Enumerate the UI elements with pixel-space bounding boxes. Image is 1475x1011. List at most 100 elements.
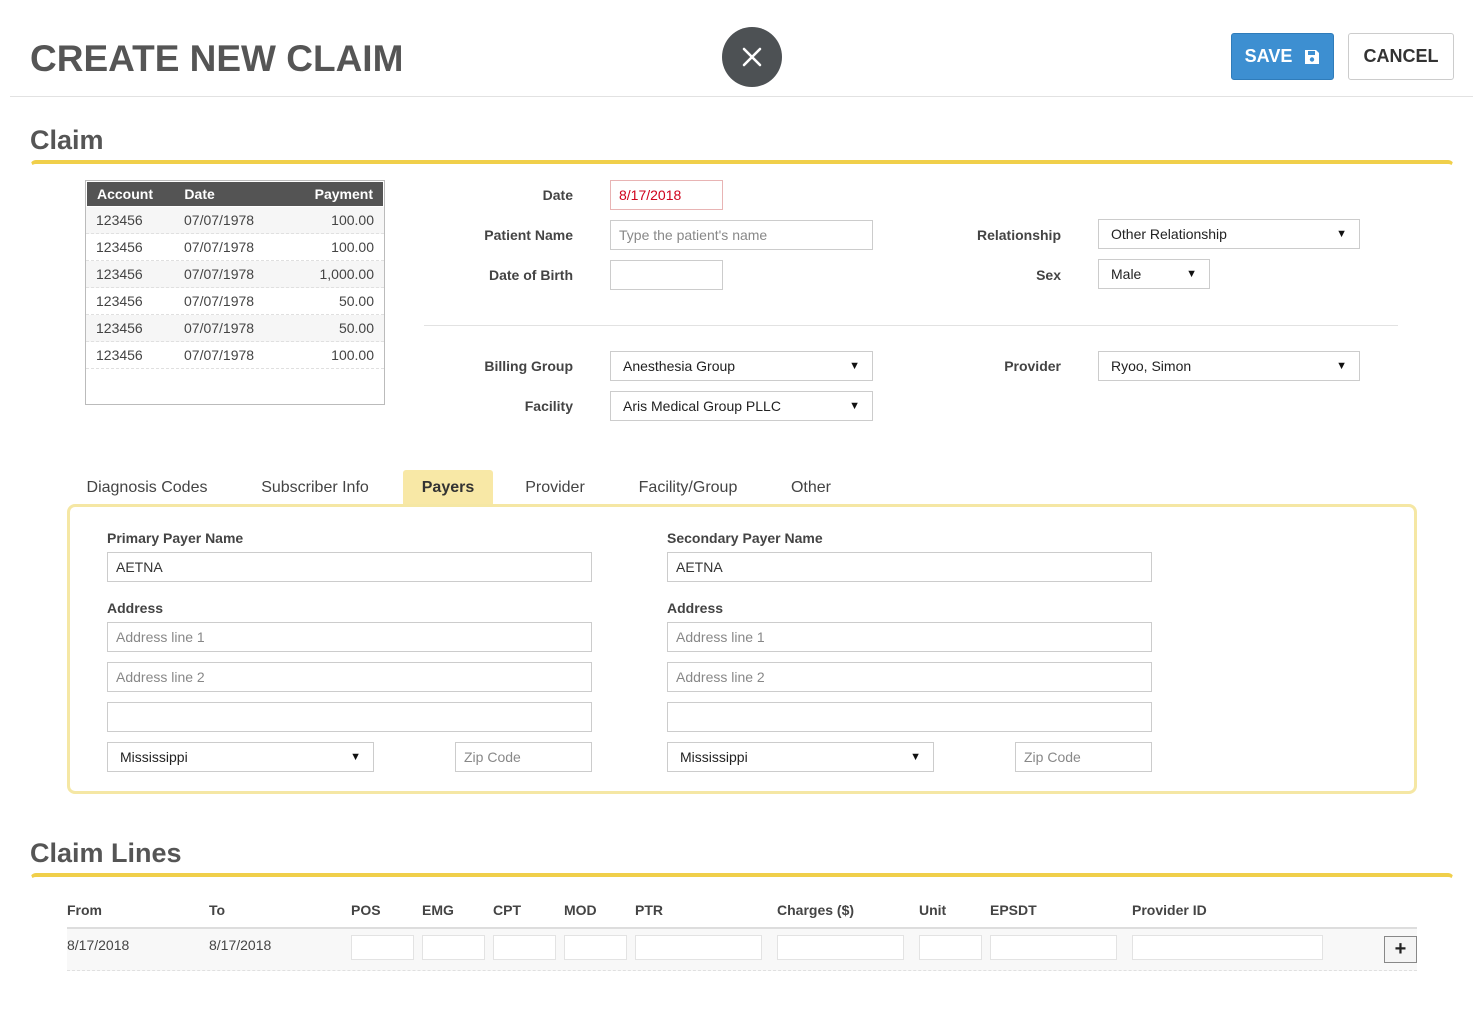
tab-payers[interactable]: Payers [403, 470, 493, 505]
account-cell: 123456 [96, 347, 143, 363]
facility-select[interactable]: Aris Medical Group PLLC ▼ [610, 391, 873, 421]
dropdown-arrow-icon: ▼ [849, 400, 860, 412]
date-label: Date [542, 187, 573, 203]
claim-line-ptr-input[interactable] [635, 935, 762, 960]
table-row[interactable]: 123456 07/07/1978 100.00 [86, 207, 384, 234]
date-field[interactable]: 8/17/2018 [610, 180, 723, 210]
date-cell: 07/07/1978 [184, 212, 255, 228]
header-divider [10, 96, 1473, 97]
claim-line-provider-id-input[interactable] [1132, 935, 1323, 960]
claim-line-epsdt-input[interactable] [990, 935, 1117, 960]
billing-group-label: Billing Group [484, 358, 573, 374]
claim-line-emg-input[interactable] [422, 935, 485, 960]
date-cell: 07/07/1978 [184, 239, 255, 255]
dropdown-arrow-icon: ▼ [1336, 360, 1347, 372]
column-header-to: To [209, 902, 226, 918]
secondary-city-input[interactable] [667, 702, 1152, 732]
secondary-state-select[interactable]: Mississippi ▼ [667, 742, 934, 772]
patient-name-label: Patient Name [484, 227, 573, 243]
dob-label: Date of Birth [489, 267, 573, 283]
date-cell: 07/07/1978 [184, 293, 255, 309]
dropdown-arrow-icon: ▼ [1336, 228, 1347, 240]
relationship-select[interactable]: Other Relationship ▼ [1098, 219, 1360, 249]
tab-facility-group[interactable]: Facility/Group [628, 470, 748, 505]
relationship-label: Relationship [976, 227, 1061, 243]
primary-address-line1-input[interactable]: Address line 1 [107, 622, 592, 652]
claim-line-charges-input[interactable] [777, 935, 904, 960]
secondary-address-line1-input[interactable]: Address line 1 [667, 622, 1152, 652]
claim-line-from[interactable]: 8/17/2018 [67, 937, 129, 953]
column-header-mod: MOD [564, 902, 597, 918]
close-button[interactable] [722, 27, 782, 87]
claim-section-rule [30, 160, 1454, 168]
account-cell: 123456 [96, 293, 143, 309]
secondary-zip-input[interactable]: Zip Code [1015, 742, 1152, 772]
table-row[interactable]: 123456 07/07/1978 100.00 [86, 342, 384, 369]
date-cell: 07/07/1978 [184, 320, 255, 336]
patient-name-input[interactable]: Type the patient's name [610, 220, 873, 250]
table-row[interactable]: 123456 07/07/1978 1,000.00 [86, 261, 384, 288]
floppy-disk-icon [1305, 49, 1320, 64]
payment-cell: 100.00 [331, 212, 374, 228]
tab-diagnosis-codes[interactable]: Diagnosis Codes [77, 470, 217, 505]
dropdown-arrow-icon: ▼ [849, 360, 860, 372]
column-header-ptr: PTR [635, 902, 663, 918]
form-divider [424, 325, 1398, 326]
payment-cell: 50.00 [338, 320, 374, 336]
accounts-table-body: 123456 07/07/1978 100.00 123456 07/07/1978 10… [86, 207, 384, 369]
accounts-table-header: Account Date Payment [86, 181, 384, 207]
claim-line-mod-input[interactable] [564, 935, 627, 960]
column-header-account: Account [97, 186, 153, 202]
claim-line-to[interactable]: 8/17/2018 [209, 937, 271, 953]
tab-subscriber-info[interactable]: Subscriber Info [250, 470, 380, 505]
claim-line-unit-input[interactable] [919, 935, 982, 960]
claim-lines-title: Claim Lines [30, 838, 182, 868]
claim-section-title: Claim [30, 125, 104, 155]
plus-icon: + [1394, 938, 1407, 960]
billing-group-select[interactable]: Anesthesia Group ▼ [610, 351, 873, 381]
account-cell: 123456 [96, 239, 143, 255]
column-header-provider-id: Provider ID [1132, 902, 1207, 918]
cancel-button[interactable]: CANCEL [1348, 33, 1454, 80]
close-icon [742, 47, 762, 67]
secondary-payer-name-label: Secondary Payer Name [667, 530, 823, 546]
payment-cell: 50.00 [338, 293, 374, 309]
primary-city-input[interactable] [107, 702, 592, 732]
tab-other[interactable]: Other [781, 470, 841, 505]
dob-field[interactable] [610, 260, 723, 290]
tab-provider[interactable]: Provider [515, 470, 595, 505]
secondary-payer-name-input[interactable]: AETNA [667, 552, 1152, 582]
claim-line-pos-input[interactable] [351, 935, 414, 960]
provider-select[interactable]: Ryoo, Simon ▼ [1098, 351, 1360, 381]
sex-select[interactable]: Male ▼ [1098, 259, 1210, 289]
column-header-pos: POS [351, 902, 381, 918]
save-label: SAVE [1244, 46, 1293, 66]
column-header-charges: Charges ($) [777, 902, 855, 918]
save-button[interactable]: SAVE [1231, 33, 1334, 80]
page-title: CREATE NEW CLAIM [30, 38, 404, 79]
column-header-cpt: CPT [493, 902, 521, 918]
facility-value: Aris Medical Group PLLC [623, 398, 781, 414]
primary-state-select[interactable]: Mississippi ▼ [107, 742, 374, 772]
claim-line-cpt-input[interactable] [493, 935, 556, 960]
add-claim-line-button[interactable]: + [1384, 936, 1417, 963]
column-header-emg: EMG [422, 902, 454, 918]
primary-payer-name-input[interactable]: AETNA [107, 552, 592, 582]
relationship-value: Other Relationship [1111, 226, 1227, 242]
payment-cell: 100.00 [331, 239, 374, 255]
table-row[interactable]: 123456 07/07/1978 50.00 [86, 288, 384, 315]
payment-cell: 1,000.00 [319, 266, 375, 282]
column-header-unit: Unit [919, 902, 947, 918]
account-cell: 123456 [96, 266, 143, 282]
provider-label: Provider [1004, 358, 1061, 374]
primary-address-line2-input[interactable]: Address line 2 [107, 662, 592, 692]
secondary-address-label: Address [667, 600, 724, 616]
dropdown-arrow-icon: ▼ [350, 751, 361, 763]
primary-zip-input[interactable]: Zip Code [455, 742, 592, 772]
primary-payer-name-label: Primary Payer Name [107, 530, 244, 546]
table-row[interactable]: 123456 07/07/1978 100.00 [86, 234, 384, 261]
column-header-epsdt: EPSDT [990, 902, 1037, 918]
accounts-table: Account Date Payment 123456 07/07/1978 100… [85, 180, 385, 405]
table-row[interactable]: 123456 07/07/1978 50.00 [86, 315, 384, 342]
secondary-address-line2-input[interactable]: Address line 2 [667, 662, 1152, 692]
